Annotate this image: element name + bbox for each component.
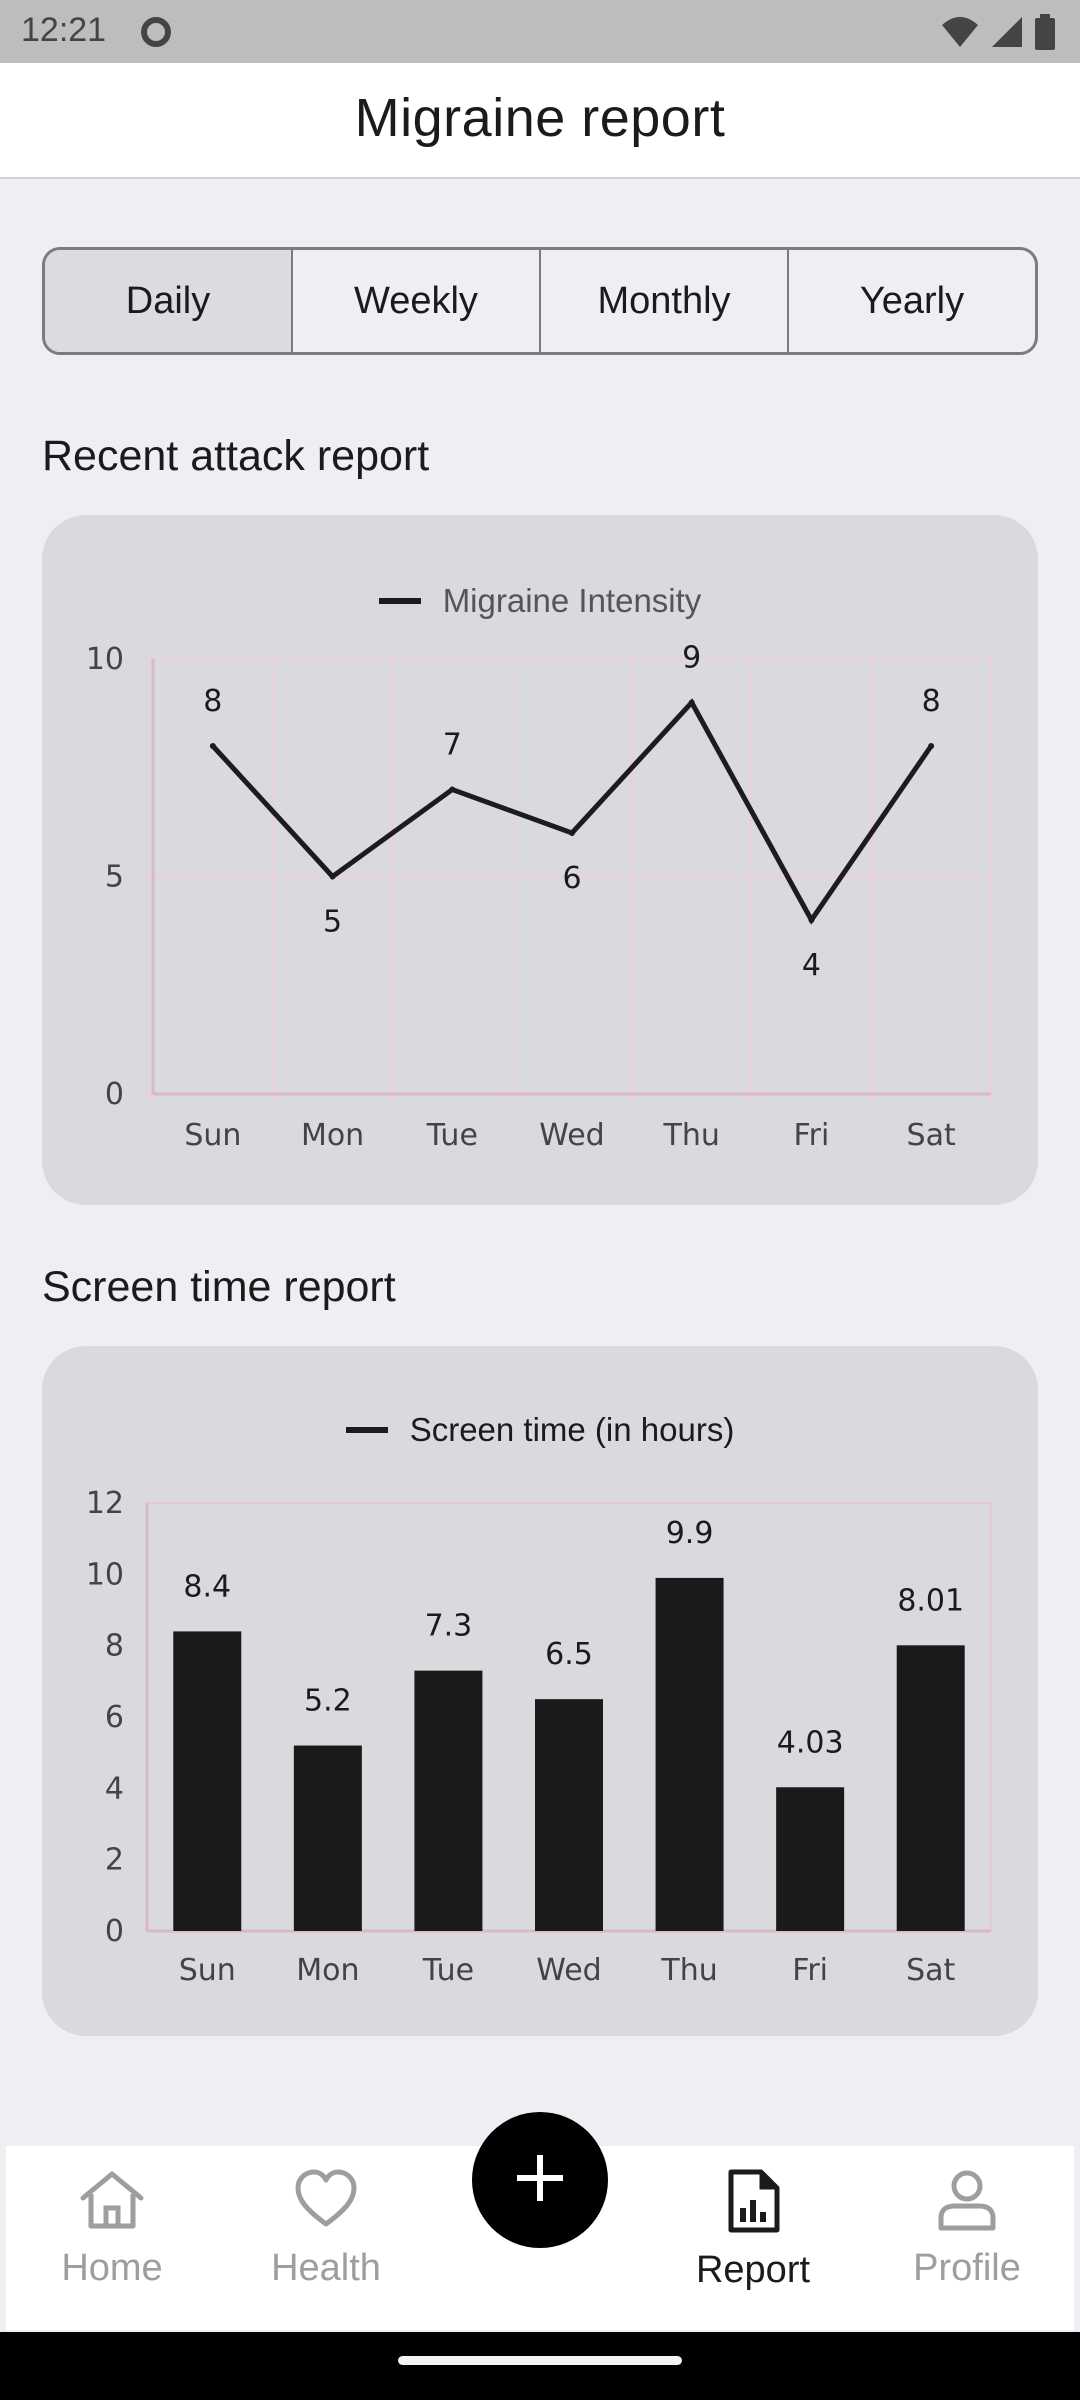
- x-tick-label: Sun: [184, 1118, 241, 1153]
- data-point: [928, 743, 935, 749]
- attack-chart-card: Migraine Intensity 0 5 10 Sun Mon Tue Wed Thu Fr…: [42, 515, 1038, 1205]
- data-point: [449, 786, 456, 793]
- status-time: 12:21: [21, 11, 107, 49]
- x-tick-label: Tue: [426, 1118, 478, 1153]
- y-tick-label: 0: [105, 1077, 124, 1112]
- x-tick-label: Sun: [179, 1953, 236, 1988]
- data-label: 8: [922, 684, 941, 719]
- bar: [173, 1631, 242, 1931]
- y-tick-label: 8: [105, 1629, 124, 1664]
- bar: [896, 1645, 965, 1931]
- screen-time-bar-chart: 0 2 4 6 8 10 12 8.4 Sun 5.2 Mon 7.3 Tue 6.5 Wed 9.9 Thu 4…: [86, 1486, 992, 1988]
- y-tick-label: 5: [105, 860, 124, 895]
- attack-report-title: Recent attack report: [42, 432, 430, 480]
- home-gesture-pill[interactable]: [398, 2356, 682, 2365]
- nav-label-profile: Profile: [913, 2247, 1021, 2289]
- tab-daily[interactable]: Daily: [45, 250, 293, 352]
- screen-chart-card: Screen time (in hours) 0 2 4 6 8 10 12 8.4 Sun 5.…: [42, 1346, 1038, 2036]
- data-point: [329, 873, 336, 880]
- y-tick-label: 10: [86, 1557, 124, 1592]
- nav-label-home: Home: [61, 2247, 163, 2289]
- data-label: 5.2: [304, 1684, 352, 1719]
- x-tick-label: Sat: [907, 1118, 956, 1153]
- data-label: 8.4: [183, 1569, 231, 1604]
- x-tick-label: Wed: [539, 1118, 604, 1153]
- y-tick-label: 0: [105, 1914, 124, 1949]
- period-selector: Daily Weekly Monthly Yearly: [42, 247, 1038, 355]
- data-label: 9.9: [666, 1516, 714, 1551]
- data-label: 8: [203, 684, 222, 719]
- data-point: [569, 830, 575, 836]
- data-label: 8.01: [897, 1583, 964, 1618]
- nav-item-home[interactable]: Home: [32, 2168, 192, 2290]
- y-tick-label: 4: [105, 1771, 124, 1806]
- nav-item-health[interactable]: Health: [246, 2168, 406, 2290]
- x-tick-label: Fri: [794, 1118, 830, 1153]
- x-tick-label: Thu: [663, 1118, 720, 1153]
- data-point: [808, 917, 815, 923]
- data-label: 4: [802, 948, 821, 983]
- nav-label-report: Report: [695, 2249, 811, 2291]
- bar: [414, 1670, 483, 1931]
- bar: [655, 1577, 724, 1931]
- data-label: 6.5: [545, 1637, 593, 1672]
- screen-time-title: Screen time report: [42, 1263, 396, 1311]
- data-label: 9: [682, 641, 701, 676]
- y-tick-label: 10: [86, 642, 124, 677]
- tab-monthly[interactable]: Monthly: [541, 250, 789, 352]
- x-tick-label: Mon: [296, 1953, 359, 1988]
- app-bar: Migraine report: [0, 63, 1080, 179]
- x-tick-label: Mon: [301, 1118, 364, 1153]
- add-fab-button[interactable]: [472, 2112, 608, 2248]
- x-tick-label: Tue: [422, 1953, 474, 1988]
- x-tick-label: Sat: [906, 1953, 955, 1988]
- plus-icon: [515, 2153, 565, 2208]
- system-gesture-bar: [0, 2332, 1080, 2400]
- page-title: Migraine report: [354, 88, 726, 148]
- report-icon: [725, 2168, 781, 2239]
- migraine-line-chart: 0 5 10 Sun Mon Tue Wed Thu Fri Sat 8 5 7 6 9 4 8: [86, 641, 992, 1153]
- x-tick-label: Wed: [536, 1953, 601, 1988]
- y-tick-label: 2: [105, 1843, 124, 1878]
- data-point: [688, 699, 695, 706]
- nav-label-health: Health: [271, 2247, 381, 2289]
- bar: [293, 1745, 362, 1931]
- data-label: 7: [443, 728, 462, 763]
- data-label: 7.3: [425, 1609, 473, 1644]
- tab-yearly[interactable]: Yearly: [789, 250, 1035, 352]
- notification-app-icon: [138, 14, 174, 55]
- signal-icon: [990, 15, 1024, 54]
- wifi-icon: [940, 15, 980, 54]
- home-icon: [77, 2168, 147, 2237]
- y-tick-label: 12: [86, 1486, 124, 1521]
- data-label: 5: [323, 905, 342, 940]
- battery-icon: [1034, 14, 1056, 55]
- nav-item-report[interactable]: Report: [673, 2168, 833, 2292]
- heart-icon: [294, 2168, 358, 2237]
- nav-item-profile[interactable]: Profile: [887, 2168, 1047, 2290]
- data-label: 4.03: [777, 1725, 844, 1760]
- data-label: 6: [562, 861, 581, 896]
- x-tick-label: Thu: [660, 1953, 717, 1988]
- status-bar: 12:21: [0, 0, 1080, 63]
- bar: [535, 1699, 603, 1931]
- x-tick-label: Fri: [792, 1953, 828, 1988]
- tab-weekly[interactable]: Weekly: [293, 250, 541, 352]
- data-point: [209, 743, 216, 749]
- person-icon: [935, 2168, 999, 2237]
- y-tick-label: 6: [105, 1700, 124, 1735]
- bar: [776, 1787, 845, 1931]
